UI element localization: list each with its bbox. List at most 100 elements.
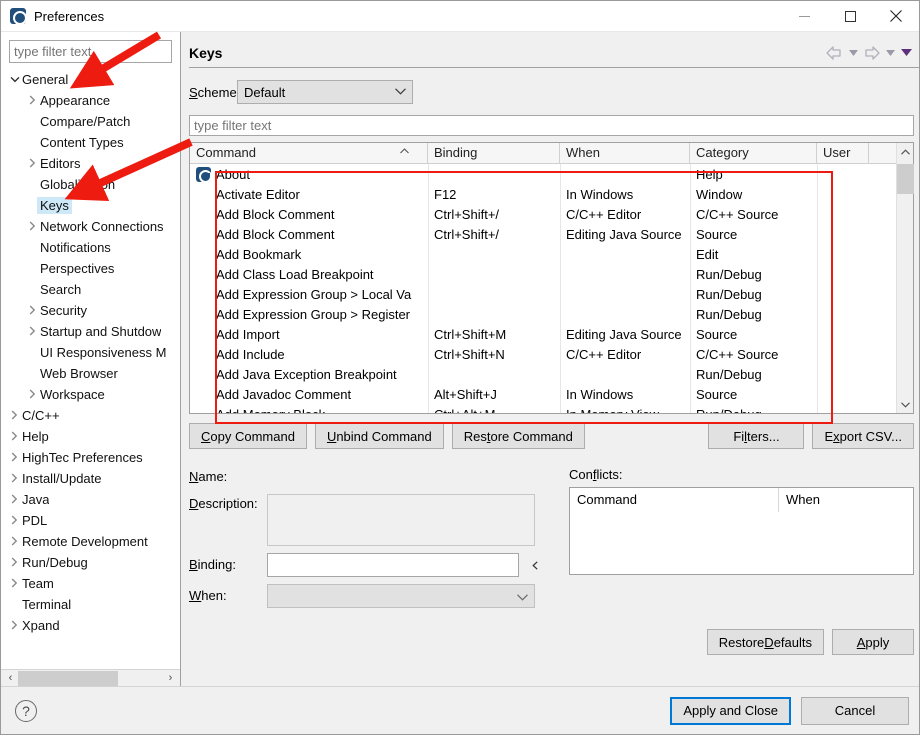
chevron-right-icon[interactable]: [7, 405, 22, 426]
close-button[interactable]: [873, 1, 919, 31]
scheme-select[interactable]: Default: [237, 80, 413, 104]
sidebar-item-team[interactable]: Team: [1, 573, 180, 594]
table-row[interactable]: Add Block Comment Ctrl+Shift+/ Editing Jav…: [190, 224, 913, 244]
sidebar-item-terminal[interactable]: Terminal: [1, 594, 180, 615]
sidebar-item-help[interactable]: Help: [1, 426, 180, 447]
chevron-right-icon[interactable]: [7, 552, 22, 573]
table-row[interactable]: Activate Editor F12 In Windows Window: [190, 184, 913, 204]
minimize-button[interactable]: [781, 1, 827, 31]
chevron-right-icon[interactable]: [7, 510, 22, 531]
maximize-button[interactable]: [827, 1, 873, 31]
sidebar-item-web-browser[interactable]: Web Browser: [1, 363, 180, 384]
chevron-right-icon[interactable]: [25, 153, 40, 174]
table-row[interactable]: Add Bookmark Edit: [190, 244, 913, 264]
sidebar-item-hightec-preferences[interactable]: HighTec Preferences: [1, 447, 180, 468]
sidebar-item-search[interactable]: Search: [1, 279, 180, 300]
apply-button[interactable]: Apply: [832, 629, 914, 655]
chevron-right-icon[interactable]: [7, 615, 22, 636]
sidebar-item-c-c[interactable]: C/C++: [1, 405, 180, 426]
table-row[interactable]: Add Javadoc Comment Alt+Shift+J In Windows…: [190, 384, 913, 404]
column-header-binding[interactable]: Binding: [428, 143, 560, 163]
restore-command-button[interactable]: Res t ore Command: [451, 423, 585, 449]
tree-horizontal-scrollbar[interactable]: ‹ ›: [1, 669, 180, 686]
copy-command-button[interactable]: Copy Command: [189, 423, 307, 449]
back-menu-chevron-down-icon[interactable]: [846, 43, 860, 62]
scrollbar-thumb[interactable]: [896, 164, 914, 194]
chevron-down-icon[interactable]: [7, 69, 22, 90]
preferences-tree[interactable]: General Appearance Compare/Patch Content Ty…: [1, 67, 180, 669]
tree-hscroll-track[interactable]: [18, 670, 163, 686]
sidebar-item-run-debug[interactable]: Run/Debug: [1, 552, 180, 573]
forward-menu-chevron-down-icon[interactable]: [883, 43, 897, 62]
keys-filter-input[interactable]: [189, 115, 914, 136]
chevron-right-icon[interactable]: [7, 447, 22, 468]
scroll-down-icon[interactable]: [897, 396, 914, 413]
apply-and-close-button[interactable]: Apply and Close: [670, 696, 791, 725]
table-row[interactable]: Add Expression Group > Register Run/Debug: [190, 304, 913, 324]
when-select[interactable]: [267, 584, 535, 608]
chevron-right-icon[interactable]: [25, 300, 40, 321]
tree-hscroll-thumb[interactable]: [18, 670, 118, 686]
filters-button[interactable]: Fi l ters...: [708, 423, 805, 449]
sidebar-item-startup-and-shutdow[interactable]: Startup and Shutdow: [1, 321, 180, 342]
unbind-command-button[interactable]: Unbind Command: [314, 423, 444, 449]
sidebar-item-java[interactable]: Java: [1, 489, 180, 510]
table-row[interactable]: Add Java Exception Breakpoint Run/Debug: [190, 364, 913, 384]
binding-input[interactable]: [267, 553, 519, 577]
export-csv-button[interactable]: Ex port CSV...: [812, 423, 914, 449]
binding-chevron-left-icon[interactable]: [525, 553, 545, 577]
sidebar-item-security[interactable]: Security: [1, 300, 180, 321]
view-menu-chevron-down-filled-icon[interactable]: [899, 43, 913, 62]
sidebar-item-remote-development[interactable]: Remote Development: [1, 531, 180, 552]
table-row[interactable]: Add Memory Block Ctrl+Alt+MIn Memory View…: [190, 404, 913, 414]
sidebar-item-compare-patch[interactable]: Compare/Patch: [1, 111, 180, 132]
scrollbar-track[interactable]: [896, 160, 914, 396]
scroll-up-icon[interactable]: [897, 143, 914, 160]
chevron-right-icon[interactable]: [25, 384, 40, 405]
chevron-right-icon[interactable]: [25, 321, 40, 342]
table-row[interactable]: About Help: [190, 164, 913, 184]
sidebar-item-appearance[interactable]: Appearance: [1, 90, 180, 111]
dialog-footer: ? Apply and Close Cancel: [1, 686, 919, 734]
conflicts-table[interactable]: Command When: [569, 487, 914, 575]
cancel-button[interactable]: Cancel: [801, 696, 909, 725]
tree-filter-input[interactable]: [9, 40, 172, 63]
chevron-right-icon[interactable]: [7, 468, 22, 489]
table-row[interactable]: Add Import Ctrl+Shift+M Editing Java Sourc…: [190, 324, 913, 344]
column-header-category[interactable]: Category: [690, 143, 817, 163]
sidebar-item-pdl[interactable]: PDL: [1, 510, 180, 531]
sidebar-item-content-types[interactable]: Content Types: [1, 132, 180, 153]
chevron-right-icon[interactable]: [7, 489, 22, 510]
scroll-left-icon[interactable]: ‹: [3, 671, 18, 686]
sidebar-item-perspectives[interactable]: Perspectives: [1, 258, 180, 279]
sidebar-item-ui-responsiveness-m[interactable]: UI Responsiveness M: [1, 342, 180, 363]
keys-table-vertical-scrollbar[interactable]: [896, 143, 914, 413]
sidebar-item-editors[interactable]: Editors: [1, 153, 180, 174]
keys-table-body[interactable]: About Help Activate Editor F12 In Windows Win…: [190, 164, 913, 413]
back-icon[interactable]: [825, 43, 844, 62]
column-header-user[interactable]: User: [817, 143, 869, 163]
restore-defaults-button[interactable]: Restore Defaults: [706, 629, 824, 655]
table-row[interactable]: Add Include Ctrl+Shift+N C/C++ Editor C/C++…: [190, 344, 913, 364]
forward-icon[interactable]: [862, 43, 881, 62]
sidebar-item-xpand[interactable]: Xpand: [1, 615, 180, 636]
column-header-when[interactable]: When: [560, 143, 690, 163]
sidebar-item-workspace[interactable]: Workspace: [1, 384, 180, 405]
column-header-command[interactable]: Command: [190, 143, 428, 163]
sidebar-item-network-connections[interactable]: Network Connections: [1, 216, 180, 237]
sidebar-item-keys[interactable]: Keys: [1, 195, 180, 216]
sidebar-item-globalization[interactable]: Globalization: [1, 174, 180, 195]
chevron-right-icon[interactable]: [25, 90, 40, 111]
sidebar-item-install-update[interactable]: Install/Update: [1, 468, 180, 489]
chevron-right-icon[interactable]: [7, 573, 22, 594]
table-row[interactable]: Add Block Comment Ctrl+Shift+/ C/C++ Edito…: [190, 204, 913, 224]
sidebar-item-notifications[interactable]: Notifications: [1, 237, 180, 258]
chevron-right-icon[interactable]: [7, 426, 22, 447]
chevron-right-icon[interactable]: [7, 531, 22, 552]
table-row[interactable]: Add Expression Group > Local Va Run/Debug: [190, 284, 913, 304]
scroll-right-icon[interactable]: ›: [163, 671, 178, 686]
table-row[interactable]: Add Class Load Breakpoint Run/Debug: [190, 264, 913, 284]
chevron-right-icon[interactable]: [25, 216, 40, 237]
sidebar-item-general[interactable]: General: [1, 69, 180, 90]
question-mark-icon[interactable]: ?: [15, 699, 37, 722]
